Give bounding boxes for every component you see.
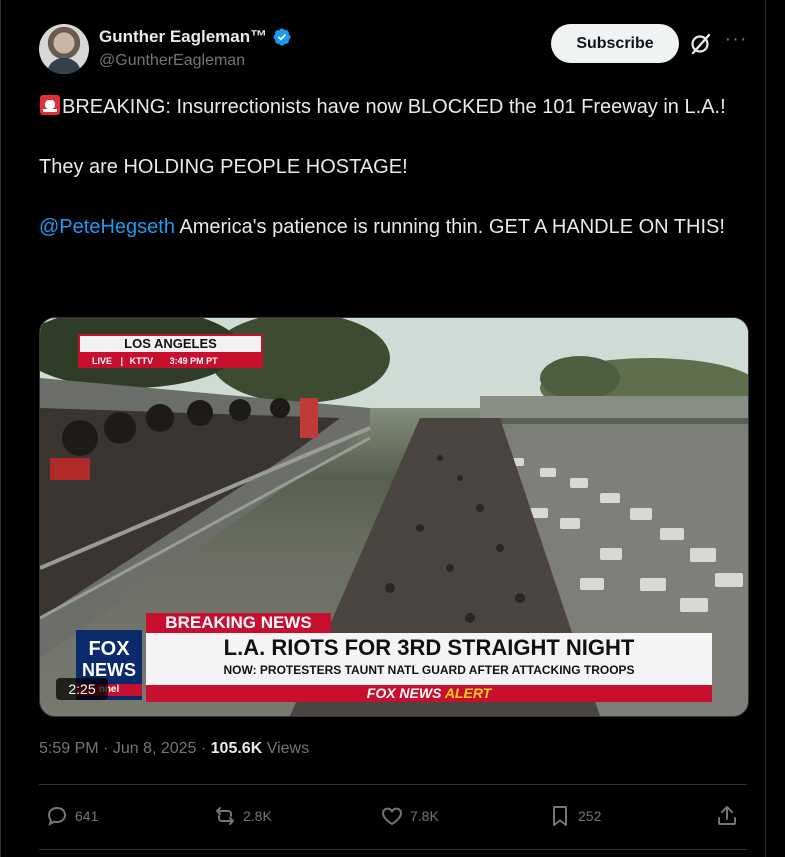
- verified-badge-icon[interactable]: [272, 27, 292, 47]
- bookmark-button[interactable]: 252: [548, 800, 601, 832]
- like-button[interactable]: 7.8K: [380, 800, 439, 832]
- column-border-right: [765, 0, 766, 857]
- logo-top: FOX: [88, 638, 130, 660]
- video-player[interactable]: LOS ANGELES LIVE | KTTV 3:49 PM PT BREAK…: [39, 317, 749, 717]
- tweet-body: BREAKING: Insurrectionists have now BLOC…: [39, 92, 739, 242]
- rotating-light-emoji-icon: [40, 95, 60, 115]
- author-name[interactable]: Gunther Eagleman™: [99, 27, 267, 47]
- author-avatar[interactable]: [39, 24, 89, 74]
- location-bug: LOS ANGELES LIVE | KTTV 3:49 PM PT: [78, 334, 263, 370]
- tweet-line-3: America's patience is running thin. GET …: [174, 216, 725, 238]
- reply-button[interactable]: 641: [45, 800, 98, 832]
- heart-icon: [382, 807, 402, 826]
- tweet-header: Gunther Eagleman™ @GuntherEagleman Subsc…: [39, 24, 759, 80]
- divider: [39, 784, 747, 785]
- breaking-news-tag: BREAKING NEWS: [146, 613, 331, 633]
- station-label: KTTV: [129, 356, 154, 366]
- grok-slash-icon[interactable]: [689, 32, 713, 56]
- bookmark-icon: [553, 806, 567, 826]
- headline-box: L.A. RIOTS FOR 3RD STRAIGHT NIGHT NOW: P…: [146, 633, 712, 685]
- views-count: 105.6K: [210, 740, 263, 757]
- tweet-meta: 5:59 PM · Jun 8, 2025 · 105.6K Views: [39, 740, 309, 758]
- alert-brand: FOX NEWS: [366, 685, 442, 701]
- reply-count: 641: [75, 808, 99, 824]
- bookmark-count: 252: [578, 808, 602, 824]
- tweet-line-2: They are HOLDING PEOPLE HOSTAGE!: [39, 156, 408, 178]
- tweet-paragraph-2: They are HOLDING PEOPLE HOSTAGE!: [39, 152, 739, 182]
- share-icon: [718, 806, 736, 825]
- location-label: LOS ANGELES: [78, 334, 263, 354]
- bug-time: 3:49 PM PT: [169, 356, 218, 366]
- tweet-line-1: BREAKING: Insurrectionists have now BLOC…: [62, 96, 726, 118]
- live-label: LIVE: [92, 356, 113, 366]
- subheadline-text: NOW: PROTESTERS TAUNT NATL GUARD AFTER A…: [223, 663, 635, 677]
- divider: [39, 849, 747, 850]
- tweet-paragraph-1: BREAKING: Insurrectionists have now BLOC…: [39, 92, 739, 122]
- headline-text: L.A. RIOTS FOR 3RD STRAIGHT NIGHT: [223, 635, 635, 660]
- mention-link[interactable]: @PeteHegseth: [39, 216, 175, 238]
- column-border-left: [0, 0, 1, 857]
- post-date[interactable]: Jun 8, 2025: [113, 740, 197, 757]
- action-bar: 641 2.8K 7.8K 252: [39, 800, 747, 832]
- like-count: 7.8K: [410, 808, 439, 824]
- meta-separator: ·: [98, 740, 113, 757]
- meta-separator: ·: [196, 740, 211, 757]
- logo-bottom: NEWS: [82, 660, 136, 680]
- reply-icon: [47, 806, 67, 827]
- author-name-row[interactable]: Gunther Eagleman™: [99, 27, 292, 47]
- post-time[interactable]: 5:59 PM: [39, 740, 99, 757]
- views-label: Views: [262, 740, 310, 757]
- repost-count: 2.8K: [243, 808, 272, 824]
- ellipsis-icon[interactable]: ···: [723, 28, 749, 54]
- repost-icon: [216, 807, 234, 825]
- share-button[interactable]: [715, 800, 739, 832]
- author-handle[interactable]: @GuntherEagleman: [99, 52, 245, 70]
- fox-news-alert-bar: FOX NEWS ALERT: [146, 685, 712, 702]
- video-duration: 2:25: [56, 678, 108, 700]
- alert-word: ALERT: [444, 685, 492, 701]
- subscribe-button[interactable]: Subscribe: [551, 24, 679, 63]
- breaking-news-label: BREAKING NEWS: [165, 613, 312, 632]
- live-strip: LIVE | KTTV 3:49 PM PT: [78, 354, 263, 368]
- tweet-paragraph-3: @PeteHegseth America's patience is runni…: [39, 212, 739, 242]
- repost-button[interactable]: 2.8K: [213, 800, 272, 832]
